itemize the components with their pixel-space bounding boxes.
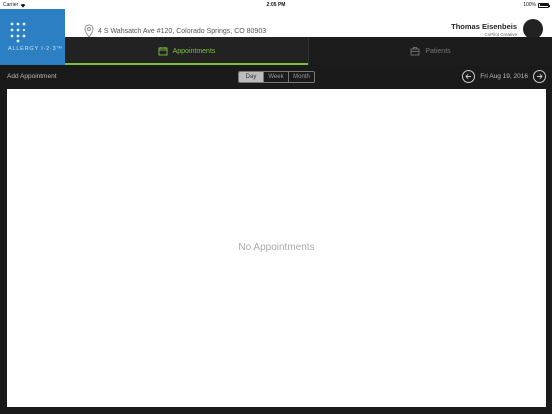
top-header: 4 S Wahsatch Ave #120, Colorado Springs,… [0, 9, 552, 39]
calendar-icon [158, 47, 168, 56]
battery-indicator: 100% [523, 2, 550, 8]
add-appointment-button[interactable]: Add Appointment [7, 73, 57, 80]
tab-patients[interactable]: Patients [309, 37, 552, 65]
status-time: 2:05 PM [266, 2, 286, 8]
next-day-button[interactable] [533, 70, 546, 83]
view-month-button[interactable]: Month [289, 72, 314, 82]
tab-patients-label: Patients [425, 47, 451, 55]
view-segmented-control: Day Week Month [238, 71, 315, 83]
appointments-list: No Appointments [7, 89, 546, 407]
user-name: Thomas Eisenbeis [451, 22, 517, 31]
main-tabs: Appointments Patients [65, 37, 552, 65]
brand-wordmark: ALLERGY I·2·3™ [8, 46, 63, 52]
date-navigator: Fri Aug 19, 2016 [462, 70, 546, 83]
location-address: 4 S Wahsatch Ave #120, Colorado Springs,… [84, 24, 266, 38]
current-date: Fri Aug 19, 2016 [480, 73, 528, 80]
arrow-right-icon [537, 73, 543, 80]
view-week-button[interactable]: Week [264, 72, 289, 82]
empty-state-message: No Appointments [238, 242, 315, 253]
view-day-button[interactable]: Day [239, 72, 264, 82]
battery-icon [538, 2, 550, 8]
tab-appointments[interactable]: Appointments [65, 37, 308, 65]
previous-day-button[interactable] [462, 70, 476, 83]
status-bar: Carrier 2:05 PM 100% [0, 0, 552, 9]
appointments-toolbar: Add Appointment Day Week Month Fri Aug 1… [0, 65, 552, 89]
briefcase-icon [410, 47, 420, 56]
logo-dots-icon [10, 22, 26, 43]
address-text: 4 S Wahsatch Ave #120, Colorado Springs,… [98, 27, 267, 35]
avatar[interactable] [523, 19, 543, 39]
battery-label: 100% [523, 2, 536, 8]
tab-appointments-label: Appointments [172, 47, 216, 55]
app-logo: ALLERGY I·2·3™ [0, 9, 65, 65]
arrow-left-icon [465, 73, 472, 80]
location-pin-icon [84, 24, 94, 38]
user-info[interactable]: Thomas Eisenbeis CoPilot Creative [451, 22, 517, 37]
